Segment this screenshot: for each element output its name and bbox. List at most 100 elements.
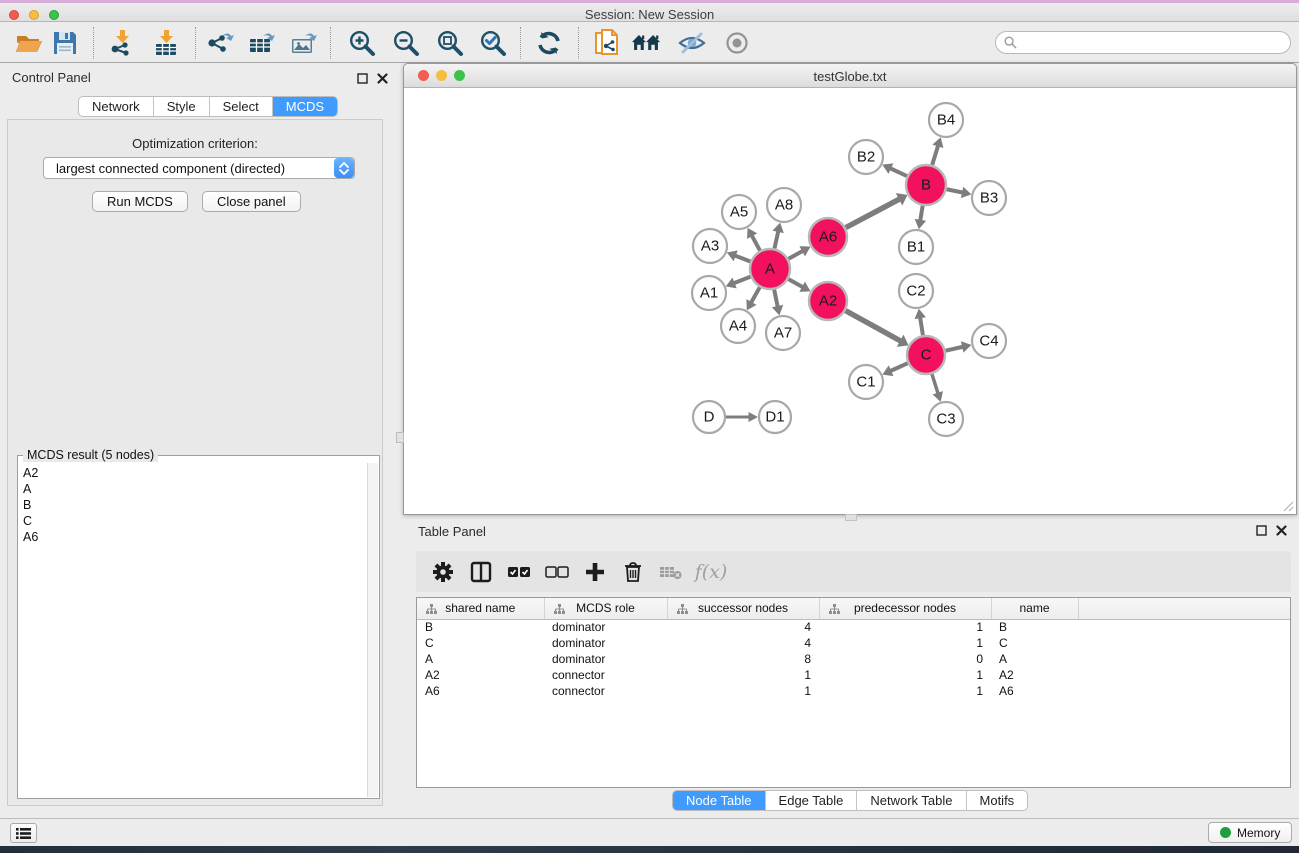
mcds-result-item[interactable]: A6 bbox=[23, 529, 367, 545]
network-graph-canvas[interactable]: B4B2BB3A8A5A6A3B1AC2A1A2A4A7C4CC1DD1C3 bbox=[404, 88, 1296, 514]
graph-edge-A-A4[interactable] bbox=[751, 287, 760, 303]
table-panel-title: Table Panel bbox=[418, 524, 486, 539]
task-history-button[interactable] bbox=[10, 823, 37, 843]
table-settings-button[interactable] bbox=[424, 557, 462, 587]
node-label-B1: B1 bbox=[907, 239, 925, 256]
export-network-button[interactable] bbox=[205, 28, 235, 58]
delete-column-button[interactable] bbox=[614, 557, 652, 587]
node-table-grid[interactable]: shared nameMCDS rolesuccessor nodesprede… bbox=[417, 598, 1291, 699]
hide-selected-button[interactable] bbox=[677, 28, 707, 58]
save-floppy-icon bbox=[52, 30, 78, 56]
tab-select[interactable]: Select bbox=[210, 97, 273, 116]
open-session-button[interactable] bbox=[14, 28, 44, 58]
create-column-button[interactable] bbox=[576, 557, 614, 587]
close-panel-icon[interactable] bbox=[377, 73, 388, 84]
zoom-in-button[interactable] bbox=[347, 28, 377, 58]
mcds-result-item[interactable]: A2 bbox=[23, 465, 367, 481]
zoom-out-button[interactable] bbox=[391, 28, 421, 58]
node-label-C: C bbox=[921, 347, 932, 364]
graph-edge-A-A1[interactable] bbox=[734, 277, 751, 284]
save-session-button[interactable] bbox=[50, 28, 80, 58]
import-table-button[interactable] bbox=[151, 28, 181, 58]
tab-motifs[interactable]: Motifs bbox=[967, 791, 1028, 810]
graph-edge-C-C1[interactable] bbox=[890, 363, 908, 371]
column-header-successor-nodes[interactable]: successor nodes bbox=[667, 598, 819, 619]
home-layout-button[interactable] bbox=[631, 28, 661, 58]
network-window-titlebar[interactable]: testGlobe.txt bbox=[404, 64, 1296, 88]
graph-edge-A6-B[interactable] bbox=[846, 199, 900, 228]
duplicate-network-icon bbox=[593, 28, 621, 58]
tab-mcds[interactable]: MCDS bbox=[273, 97, 337, 116]
tab-node-table[interactable]: Node Table bbox=[673, 791, 766, 810]
graph-edge-B-B4[interactable] bbox=[932, 145, 938, 165]
toolbar-separator bbox=[520, 27, 521, 59]
zoom-selected-icon bbox=[479, 29, 507, 57]
close-panel-icon[interactable] bbox=[1276, 525, 1287, 536]
graph-edge-A2-C[interactable] bbox=[846, 311, 902, 342]
table-row[interactable]: Bdominator41B bbox=[417, 619, 1291, 635]
export-image-button[interactable] bbox=[289, 28, 319, 58]
graph-edge-B-B1[interactable] bbox=[920, 206, 922, 221]
tab-network[interactable]: Network bbox=[79, 97, 154, 116]
graph-edge-A-A2[interactable] bbox=[788, 279, 803, 287]
criterion-dropdown[interactable]: largest connected component (directed) bbox=[43, 157, 355, 179]
table-row[interactable]: Adominator80A bbox=[417, 651, 1291, 667]
tab-network-table[interactable]: Network Table bbox=[857, 791, 966, 810]
column-header-name[interactable]: name bbox=[991, 598, 1078, 619]
table-row[interactable]: A2connector11A2 bbox=[417, 667, 1291, 683]
float-panel-icon[interactable] bbox=[1256, 525, 1267, 536]
graph-edge-A-A7[interactable] bbox=[774, 290, 778, 307]
mcds-result-list[interactable]: A2ABCA6 bbox=[19, 463, 367, 797]
table-row[interactable]: Cdominator41C bbox=[417, 635, 1291, 651]
zoom-fit-icon bbox=[436, 29, 464, 57]
network-view-window: testGlobe.txt B4B2BB3A8A5A6A3B1AC2A1A2A4… bbox=[403, 63, 1297, 515]
delete-table-button[interactable] bbox=[652, 557, 690, 587]
memory-button[interactable]: Memory bbox=[1208, 822, 1292, 843]
vertical-splitter-handle[interactable] bbox=[396, 432, 404, 443]
tab-edge-table[interactable]: Edge Table bbox=[766, 791, 858, 810]
zoom-selected-button[interactable] bbox=[478, 28, 508, 58]
function-builder-button[interactable]: f(x) bbox=[690, 557, 728, 587]
graph-edge-A-A6[interactable] bbox=[788, 251, 803, 259]
show-column-panel-button[interactable] bbox=[462, 557, 500, 587]
plus-icon bbox=[585, 562, 605, 582]
export-table-button[interactable] bbox=[247, 28, 277, 58]
run-mcds-button[interactable]: Run MCDS bbox=[92, 191, 188, 212]
table-cell: 1 bbox=[819, 619, 991, 635]
refresh-view-button[interactable] bbox=[534, 28, 564, 58]
graph-edge-A-A3[interactable] bbox=[735, 255, 751, 261]
column-header-shared-name[interactable]: shared name bbox=[417, 598, 544, 619]
graph-edge-C-C3[interactable] bbox=[932, 374, 938, 394]
graph-edge-C-C2[interactable] bbox=[920, 317, 923, 335]
show-all-button[interactable] bbox=[722, 28, 752, 58]
duplicate-network-button[interactable] bbox=[592, 28, 622, 58]
graph-edge-C-C4[interactable] bbox=[946, 347, 964, 351]
zoom-in-icon bbox=[348, 29, 376, 57]
graph-edge-B-B3[interactable] bbox=[947, 189, 963, 192]
window-resize-grip[interactable] bbox=[1282, 500, 1294, 512]
column-header-predecessor-nodes[interactable]: predecessor nodes bbox=[819, 598, 991, 619]
search-input[interactable] bbox=[1022, 34, 1290, 52]
import-network-button[interactable] bbox=[107, 28, 137, 58]
mcds-result-item[interactable]: C bbox=[23, 513, 367, 529]
search-field[interactable] bbox=[995, 31, 1291, 54]
zoom-fit-button[interactable] bbox=[435, 28, 465, 58]
horizontal-splitter-handle[interactable] bbox=[845, 514, 857, 521]
column-header-filler bbox=[1078, 598, 1291, 619]
mcds-result-item[interactable]: B bbox=[23, 497, 367, 513]
graph-edge-A-A8[interactable] bbox=[774, 231, 778, 249]
unchecked-boxes-icon bbox=[545, 565, 569, 579]
select-all-columns-button[interactable] bbox=[500, 557, 538, 587]
criterion-dropdown-value: largest connected component (directed) bbox=[44, 161, 334, 176]
graph-edge-A-A5[interactable] bbox=[752, 235, 760, 250]
table-cell: 1 bbox=[819, 667, 991, 683]
graph-edge-B-B2[interactable] bbox=[890, 168, 907, 176]
float-panel-icon[interactable] bbox=[357, 73, 368, 84]
tab-style[interactable]: Style bbox=[154, 97, 210, 116]
mcds-list-scrollbar[interactable] bbox=[367, 463, 378, 797]
mcds-result-item[interactable]: A bbox=[23, 481, 367, 497]
deselect-all-columns-button[interactable] bbox=[538, 557, 576, 587]
column-header-MCDS-role[interactable]: MCDS role bbox=[544, 598, 667, 619]
table-row[interactable]: A6connector11A6 bbox=[417, 683, 1291, 699]
close-panel-button[interactable]: Close panel bbox=[202, 191, 301, 212]
